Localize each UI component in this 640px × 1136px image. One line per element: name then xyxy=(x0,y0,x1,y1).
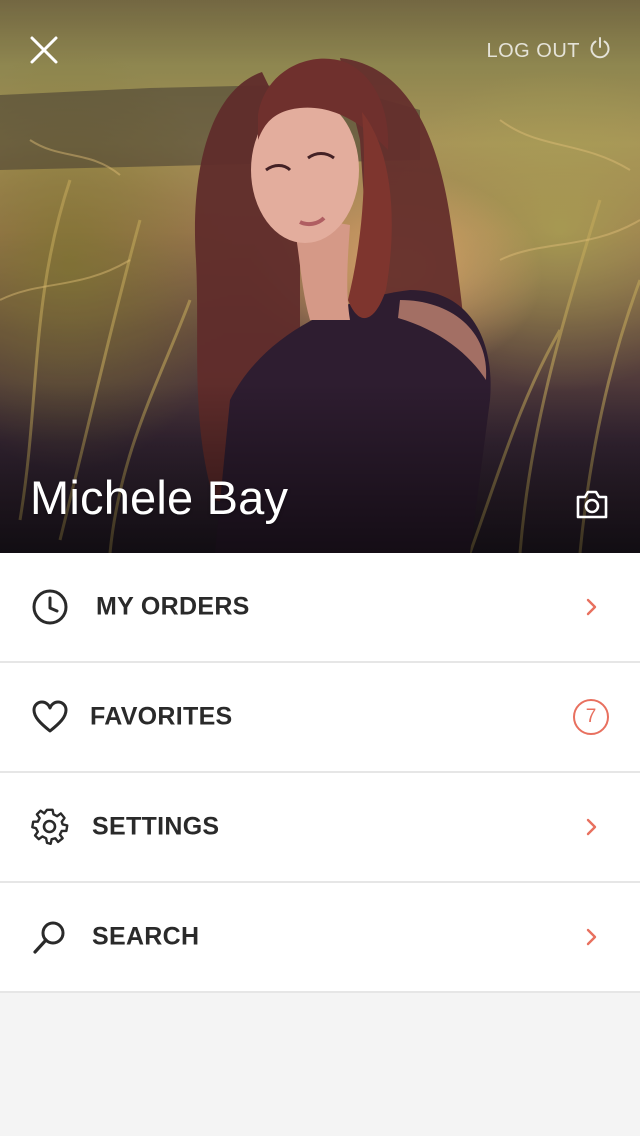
bottom-gradient-overlay xyxy=(0,383,640,553)
menu-item-favorites[interactable]: FAVORITES 7 xyxy=(0,663,640,773)
clock-icon xyxy=(30,587,70,627)
menu-item-label: MY ORDERS xyxy=(96,592,250,621)
profile-name: Michele Bay xyxy=(30,471,289,524)
close-button[interactable] xyxy=(26,34,62,70)
chevron-right-icon xyxy=(582,817,602,837)
gear-icon xyxy=(30,807,70,847)
power-icon xyxy=(588,36,612,66)
chevron-right-icon xyxy=(582,597,602,617)
search-icon xyxy=(30,917,70,957)
profile-header: LOG OUT Michele Bay xyxy=(0,0,640,553)
change-photo-button[interactable] xyxy=(574,486,610,522)
menu-item-my-orders[interactable]: MY ORDERS xyxy=(0,553,640,663)
main-menu: MY ORDERS FAVORITES 7 SETTINGS SEARCH xyxy=(0,553,640,993)
menu-item-settings[interactable]: SETTINGS xyxy=(0,773,640,883)
menu-item-label: SETTINGS xyxy=(92,812,220,841)
menu-item-label: FAVORITES xyxy=(90,702,233,731)
heart-icon xyxy=(30,697,70,737)
side-menu-screen: LOG OUT Michele Bay MY ORDERS FAVORITES … xyxy=(0,0,640,1136)
close-icon xyxy=(29,35,59,70)
menu-item-label: SEARCH xyxy=(92,922,200,951)
chevron-right-icon xyxy=(582,927,602,947)
camera-icon xyxy=(574,490,610,526)
favorites-count-badge: 7 xyxy=(573,699,609,735)
logout-label: LOG OUT xyxy=(486,39,580,62)
logout-button[interactable]: LOG OUT xyxy=(486,36,612,66)
menu-item-search[interactable]: SEARCH xyxy=(0,883,640,993)
